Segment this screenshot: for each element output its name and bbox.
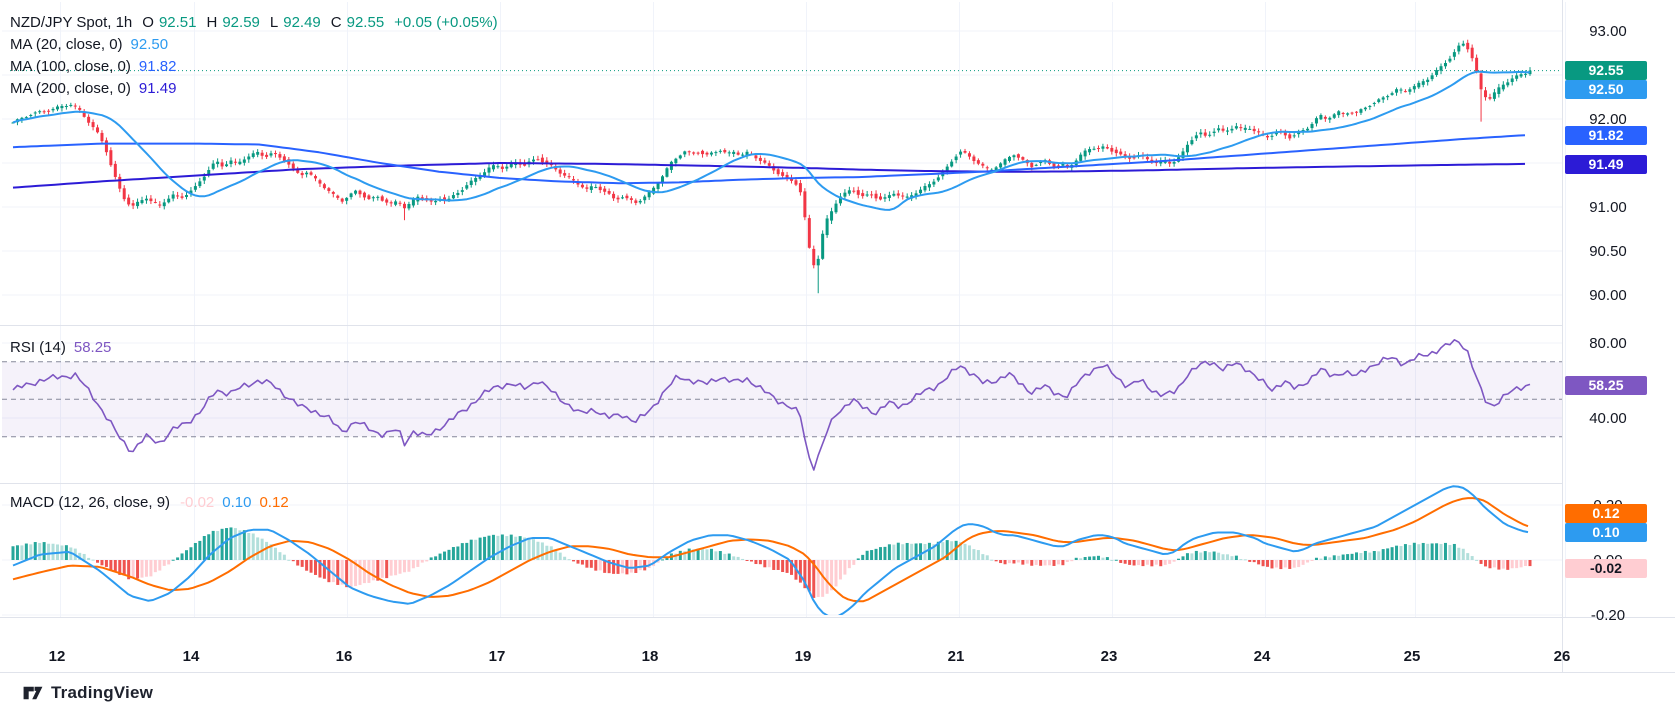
rsi-pane-legend: RSI (14) 58.25 xyxy=(10,336,111,358)
axis-tick-label: 90.00 xyxy=(1589,287,1627,304)
ma100-label: MA (100, close, 0) xyxy=(10,58,131,75)
macd-badge-signal: 0.12 xyxy=(1565,504,1647,523)
rsi-legend-row[interactable]: RSI (14) 58.25 xyxy=(10,336,111,358)
macd-badge-macd: 0.10 xyxy=(1565,523,1647,542)
macd-signal-value: 0.12 xyxy=(259,494,288,511)
ohlc-low: L92.49 xyxy=(270,14,321,31)
axis-tick-label: 93.00 xyxy=(1589,23,1627,40)
macd-badge-hist: -0.02 xyxy=(1565,559,1647,578)
symbol-legend-row[interactable]: NZD/JPY Spot, 1h O92.51 H92.59 L92.49 C9… xyxy=(10,11,498,33)
ma100-value: 91.82 xyxy=(139,58,177,75)
axis-tick-label: -0.20 xyxy=(1591,607,1625,624)
ma100-legend-row[interactable]: MA (100, close, 0) 91.82 xyxy=(10,55,498,77)
macd-pane-legend: MACD (12, 26, close, 9) -0.02 0.10 0.12 xyxy=(10,491,289,513)
time-tick-label: 26 xyxy=(1554,648,1571,665)
ma20-legend-row[interactable]: MA (20, close, 0) 92.50 xyxy=(10,33,498,55)
ma200-value: 91.49 xyxy=(139,80,177,97)
rsi-pane xyxy=(2,340,1562,470)
time-tick-label: 14 xyxy=(183,648,200,665)
ohlc-open: O92.51 xyxy=(142,14,196,31)
rsi-value: 58.25 xyxy=(74,339,112,356)
ma20-value: 92.50 xyxy=(131,36,169,53)
tradingview-logo-icon xyxy=(22,682,44,704)
time-tick-label: 19 xyxy=(795,648,812,665)
time-tick-label: 12 xyxy=(49,648,66,665)
chart-canvas[interactable]: 93.0092.0091.0090.5090.0080.0040.000.200… xyxy=(0,0,1675,718)
axis-tick-label: 80.00 xyxy=(1589,335,1627,352)
tradingview-brand-text: TradingView xyxy=(51,683,153,703)
price-badge-ma200: 91.49 xyxy=(1565,155,1647,174)
ohlc-high: H92.59 xyxy=(207,14,260,31)
tradingview-chart-window: 93.0092.0091.0090.5090.0080.0040.000.200… xyxy=(0,0,1675,718)
ma200-legend-row[interactable]: MA (200, close, 0) 91.49 xyxy=(10,77,498,99)
rsi-label: RSI (14) xyxy=(10,339,66,356)
ma200-line xyxy=(13,163,1525,188)
time-tick-label: 16 xyxy=(336,648,353,665)
ohlc-close: C92.55 xyxy=(331,14,384,31)
ma200-label: MA (200, close, 0) xyxy=(10,80,131,97)
time-tick-label: 24 xyxy=(1254,648,1271,665)
time-tick-label: 25 xyxy=(1404,648,1421,665)
macd-label: MACD (12, 26, close, 9) xyxy=(10,494,170,511)
tradingview-watermark[interactable]: TradingView xyxy=(22,682,153,704)
time-tick-label: 18 xyxy=(642,648,659,665)
time-axis[interactable]: 12 14 16 17 18 19 21 23 24 25 26 xyxy=(49,648,1571,665)
ma20-label: MA (20, close, 0) xyxy=(10,36,123,53)
price-badge-ma20: 92.50 xyxy=(1565,80,1647,99)
time-tick-label: 21 xyxy=(948,648,965,665)
axis-tick-label: 91.00 xyxy=(1589,199,1627,216)
macd-line-value: 0.10 xyxy=(222,494,251,511)
price-change: +0.05 (+0.05%) xyxy=(394,14,497,31)
axis-tick-label: 90.50 xyxy=(1589,243,1627,260)
macd-hist-value: -0.02 xyxy=(180,494,214,511)
price-badge-last: 92.55 xyxy=(1565,61,1647,80)
time-tick-label: 23 xyxy=(1101,648,1118,665)
symbol-title: NZD/JPY Spot, 1h xyxy=(10,14,132,31)
rsi-badge-value: 58.25 xyxy=(1565,376,1647,395)
time-tick-label: 17 xyxy=(489,648,506,665)
macd-legend-row[interactable]: MACD (12, 26, close, 9) -0.02 0.10 0.12 xyxy=(10,491,289,513)
axis-tick-label: 40.00 xyxy=(1589,410,1627,427)
main-pane-legend: NZD/JPY Spot, 1h O92.51 H92.59 L92.49 C9… xyxy=(10,11,498,99)
price-badge-ma100: 91.82 xyxy=(1565,126,1647,145)
